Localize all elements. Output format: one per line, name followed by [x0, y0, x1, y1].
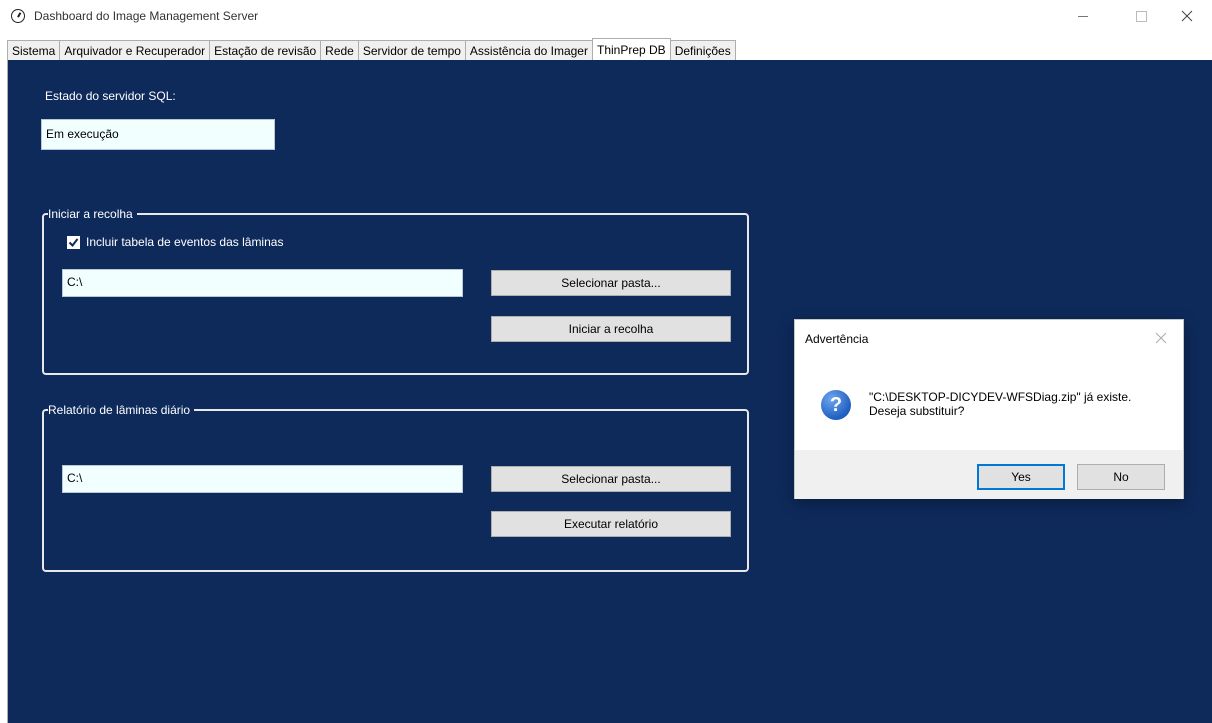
minimize-button[interactable] [1060, 0, 1106, 32]
question-icon: ? [821, 390, 851, 420]
collection-title: Iniciar a recolha [48, 206, 137, 222]
dialog-message: "C:\DESKTOP-DICYDEV-WFSDiag.zip" já exis… [869, 390, 1131, 418]
collection-path-input[interactable]: C:\ [62, 269, 463, 297]
dialog-close-icon[interactable] [1155, 332, 1167, 344]
minimize-icon [1078, 15, 1088, 17]
tab-servidor-tempo[interactable]: Servidor de tempo [357, 40, 466, 60]
yes-button[interactable]: Yes [977, 464, 1065, 490]
dialog-footer: Yes No [795, 450, 1183, 499]
dialog-title: Advertência [805, 332, 869, 346]
tab-definicoes[interactable]: Definições [669, 40, 736, 60]
tab-thinprep-db[interactable]: ThinPrep DB [591, 38, 671, 60]
include-events-label: Incluir tabela de eventos das lâminas [86, 235, 284, 249]
collection-select-folder-button[interactable]: Selecionar pasta... [491, 270, 731, 296]
no-button[interactable]: No [1077, 464, 1165, 490]
tab-arquivador-recuperador[interactable]: Arquivador e Recuperador [59, 40, 211, 60]
dialog-message-line1: "C:\DESKTOP-DICYDEV-WFSDiag.zip" já exis… [869, 390, 1132, 404]
maximize-icon [1135, 10, 1147, 22]
sql-status-label: Estado do servidor SQL: [45, 89, 176, 103]
dashboard-clock-icon [11, 9, 25, 23]
close-window-button[interactable] [1164, 0, 1210, 32]
close-icon [1181, 10, 1193, 22]
tab-assistencia-imager[interactable]: Assistência do Imager [464, 40, 593, 60]
daily-report-groupbox: Relatório de lâminas diário C:\ Selecion… [42, 402, 749, 572]
dialog-message-line2: Deseja substituir? [869, 404, 965, 418]
maximize-button[interactable] [1118, 0, 1164, 32]
title-bar: Dashboard do Image Management Server [0, 0, 1212, 36]
tab-sistema[interactable]: Sistema [7, 40, 61, 60]
include-events-checkbox[interactable] [67, 236, 80, 249]
tab-rede[interactable]: Rede [320, 40, 359, 60]
report-select-folder-button[interactable]: Selecionar pasta... [491, 466, 731, 492]
window-title: Dashboard do Image Management Server [34, 9, 259, 23]
collection-groupbox: Iniciar a recolha Incluir tabela de even… [42, 206, 749, 375]
checkmark-icon [68, 238, 79, 248]
warning-dialog: Advertência ? "C:\DESKTOP-DICYDEV-WFSDia… [794, 319, 1184, 499]
tab-estacao-revisao[interactable]: Estação de revisão [209, 40, 322, 60]
report-path-input[interactable]: C:\ [62, 465, 463, 493]
tab-strip: Sistema Arquivador e Recuperador Estação… [7, 38, 736, 60]
daily-report-title: Relatório de lâminas diário [48, 402, 195, 418]
start-collection-button[interactable]: Iniciar a recolha [491, 316, 731, 342]
run-report-button[interactable]: Executar relatório [491, 511, 731, 537]
sql-status-field: Em execução [41, 119, 275, 150]
